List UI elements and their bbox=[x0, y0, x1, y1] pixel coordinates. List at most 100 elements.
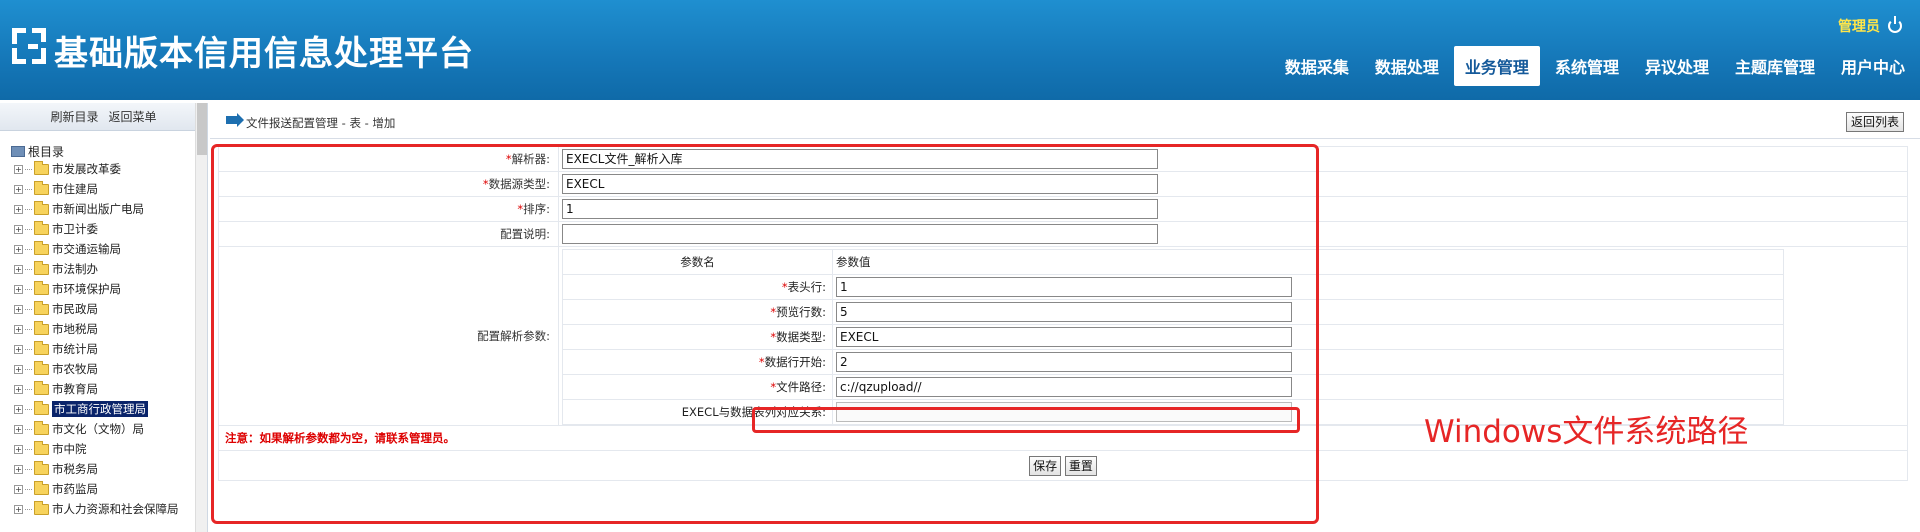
nav-item-topic-library[interactable]: 主题库管理 bbox=[1724, 46, 1826, 86]
tree-item[interactable]: + 市税务局 bbox=[0, 459, 196, 479]
expand-icon[interactable]: + bbox=[14, 364, 23, 374]
tree-item[interactable]: + 市文化（文物）局 bbox=[0, 419, 196, 439]
tree-line bbox=[25, 388, 32, 390]
tree-item-label[interactable]: 市民政局 bbox=[52, 301, 98, 317]
tree-root-label[interactable]: 根目录 bbox=[28, 143, 64, 160]
tree-item[interactable]: + 市卫计委 bbox=[0, 219, 196, 239]
param-value-field[interactable]: 5 bbox=[836, 302, 1292, 322]
nav-item-user-center[interactable]: 用户中心 bbox=[1830, 46, 1916, 86]
tree-item-label[interactable]: 市住建局 bbox=[52, 181, 98, 197]
tree-item[interactable]: + 市新闻出版广电局 bbox=[0, 199, 196, 219]
sort-field[interactable]: 1 bbox=[562, 199, 1158, 219]
param-value-field[interactable] bbox=[836, 402, 1292, 422]
expand-icon[interactable]: + bbox=[14, 204, 23, 214]
description-label: 配置说明: bbox=[218, 221, 559, 247]
folder-icon bbox=[34, 420, 49, 435]
tree-line bbox=[25, 348, 32, 350]
tree-item-label[interactable]: 市卫计委 bbox=[52, 221, 98, 237]
expand-icon[interactable]: + bbox=[14, 384, 23, 394]
sidebar-scrollbar[interactable] bbox=[195, 103, 207, 532]
folder-icon bbox=[34, 320, 49, 335]
expand-icon[interactable]: + bbox=[14, 444, 23, 454]
tree-item-label[interactable]: 市税务局 bbox=[52, 461, 98, 477]
parser-field[interactable]: EXECL文件_解析入库 bbox=[562, 149, 1158, 169]
tree-item-label[interactable]: 市统计局 bbox=[52, 341, 98, 357]
tree-item[interactable]: + 市中院 bbox=[0, 439, 196, 459]
expand-icon[interactable]: + bbox=[14, 184, 23, 194]
tree-item-label[interactable]: 市交通运输局 bbox=[52, 241, 121, 257]
tree-item-label[interactable]: 市教育局 bbox=[52, 381, 98, 397]
tree-item[interactable]: + 市发展改革委 bbox=[0, 159, 196, 179]
source-type-field[interactable]: EXECL bbox=[562, 174, 1158, 194]
param-label: *预览行数: bbox=[562, 299, 833, 325]
expand-icon[interactable]: + bbox=[14, 284, 23, 294]
expand-icon[interactable]: + bbox=[14, 324, 23, 334]
tree-item[interactable]: + 市教育局 bbox=[0, 379, 196, 399]
tree-root[interactable]: 根目录 bbox=[0, 143, 196, 159]
back-to-list-button[interactable]: 返回列表 bbox=[1845, 112, 1904, 132]
tree-item-label[interactable]: 市中院 bbox=[52, 441, 87, 457]
tree-item[interactable]: + 市人力资源和社会保障局 bbox=[0, 499, 196, 519]
tree-item[interactable]: + 市环境保护局 bbox=[0, 279, 196, 299]
expand-icon[interactable]: + bbox=[14, 484, 23, 494]
expand-icon[interactable]: + bbox=[14, 504, 23, 514]
expand-icon[interactable]: + bbox=[14, 344, 23, 354]
scrollbar-thumb[interactable] bbox=[197, 103, 207, 155]
nav-item-objection-handling[interactable]: 异议处理 bbox=[1634, 46, 1720, 86]
expand-icon[interactable]: + bbox=[14, 244, 23, 254]
tree-item-label[interactable]: 市工商行政管理局 bbox=[52, 401, 148, 417]
nav-item-system-management[interactable]: 系统管理 bbox=[1544, 46, 1630, 86]
tree-item[interactable]: + 市农牧局 bbox=[0, 359, 196, 379]
expand-icon[interactable]: + bbox=[14, 424, 23, 434]
param-value-field[interactable]: EXECL bbox=[836, 327, 1292, 347]
tree-item-label[interactable]: 市新闻出版广电局 bbox=[52, 201, 144, 217]
nav-item-business-management[interactable]: 业务管理 bbox=[1453, 46, 1540, 86]
tree-item[interactable]: + 市民政局 bbox=[0, 299, 196, 319]
expand-icon[interactable]: + bbox=[14, 264, 23, 274]
folder-icon bbox=[34, 380, 49, 395]
tree-item-label[interactable]: 市发展改革委 bbox=[52, 161, 121, 177]
tree-line bbox=[25, 508, 32, 510]
param-row: *数据行开始: 2 bbox=[562, 349, 1784, 375]
power-icon[interactable] bbox=[1888, 16, 1902, 33]
tree-line bbox=[25, 368, 32, 370]
tree-item[interactable]: + 市工商行政管理局 bbox=[0, 399, 196, 419]
param-value-field[interactable]: 2 bbox=[836, 352, 1292, 372]
tree-item-label[interactable]: 市人力资源和社会保障局 bbox=[52, 501, 179, 517]
expand-icon[interactable]: + bbox=[14, 224, 23, 234]
parse-params-label: 配置解析参数: bbox=[218, 246, 559, 426]
expand-icon[interactable]: + bbox=[14, 464, 23, 474]
nav-item-data-processing[interactable]: 数据处理 bbox=[1364, 46, 1450, 86]
param-value-field[interactable]: c://qzupload// bbox=[836, 377, 1292, 397]
tree-item[interactable]: + 市药监局 bbox=[0, 479, 196, 499]
tree-item-label[interactable]: 市环境保护局 bbox=[52, 281, 121, 297]
refresh-tree-link[interactable]: 刷新目录 bbox=[50, 108, 98, 125]
back-menu-link[interactable]: 返回菜单 bbox=[109, 108, 157, 125]
tree-item[interactable]: + 市地税局 bbox=[0, 319, 196, 339]
tree-item[interactable]: + 市统计局 bbox=[0, 339, 196, 359]
nav-item-data-collection[interactable]: 数据采集 bbox=[1274, 46, 1360, 86]
folder-icon bbox=[34, 360, 49, 375]
tree-item-label[interactable]: 市文化（文物）局 bbox=[52, 421, 144, 437]
description-field[interactable] bbox=[562, 224, 1158, 244]
param-value-header: 参数值 bbox=[832, 249, 1784, 275]
tree-item[interactable]: + 市法制办 bbox=[0, 259, 196, 279]
tree-item-label[interactable]: 市法制办 bbox=[52, 261, 98, 277]
expand-icon[interactable]: + bbox=[14, 304, 23, 314]
tree-item[interactable]: + 市交通运输局 bbox=[0, 239, 196, 259]
tree-item[interactable]: + 市住建局 bbox=[0, 179, 196, 199]
save-button[interactable]: 保存 bbox=[1029, 455, 1062, 476]
tree-line bbox=[25, 208, 32, 210]
tree-item-label[interactable]: 市药监局 bbox=[52, 481, 98, 497]
user-name[interactable]: 管理员 bbox=[1838, 16, 1880, 36]
expand-icon[interactable]: + bbox=[14, 404, 23, 414]
tree-item-label[interactable]: 市地税局 bbox=[52, 321, 98, 337]
logo-icon bbox=[12, 28, 48, 64]
param-value-field[interactable]: 1 bbox=[836, 277, 1292, 297]
tree-item-label[interactable]: 市农牧局 bbox=[52, 361, 98, 377]
param-row: *预览行数: 5 bbox=[562, 299, 1784, 325]
expand-icon[interactable]: + bbox=[14, 164, 23, 174]
reset-button[interactable]: 重置 bbox=[1064, 455, 1097, 476]
user-area[interactable]: 管理员 bbox=[1838, 16, 1902, 36]
breadcrumb: 文件报送配置管理 - 表 - 增加 bbox=[246, 116, 396, 130]
